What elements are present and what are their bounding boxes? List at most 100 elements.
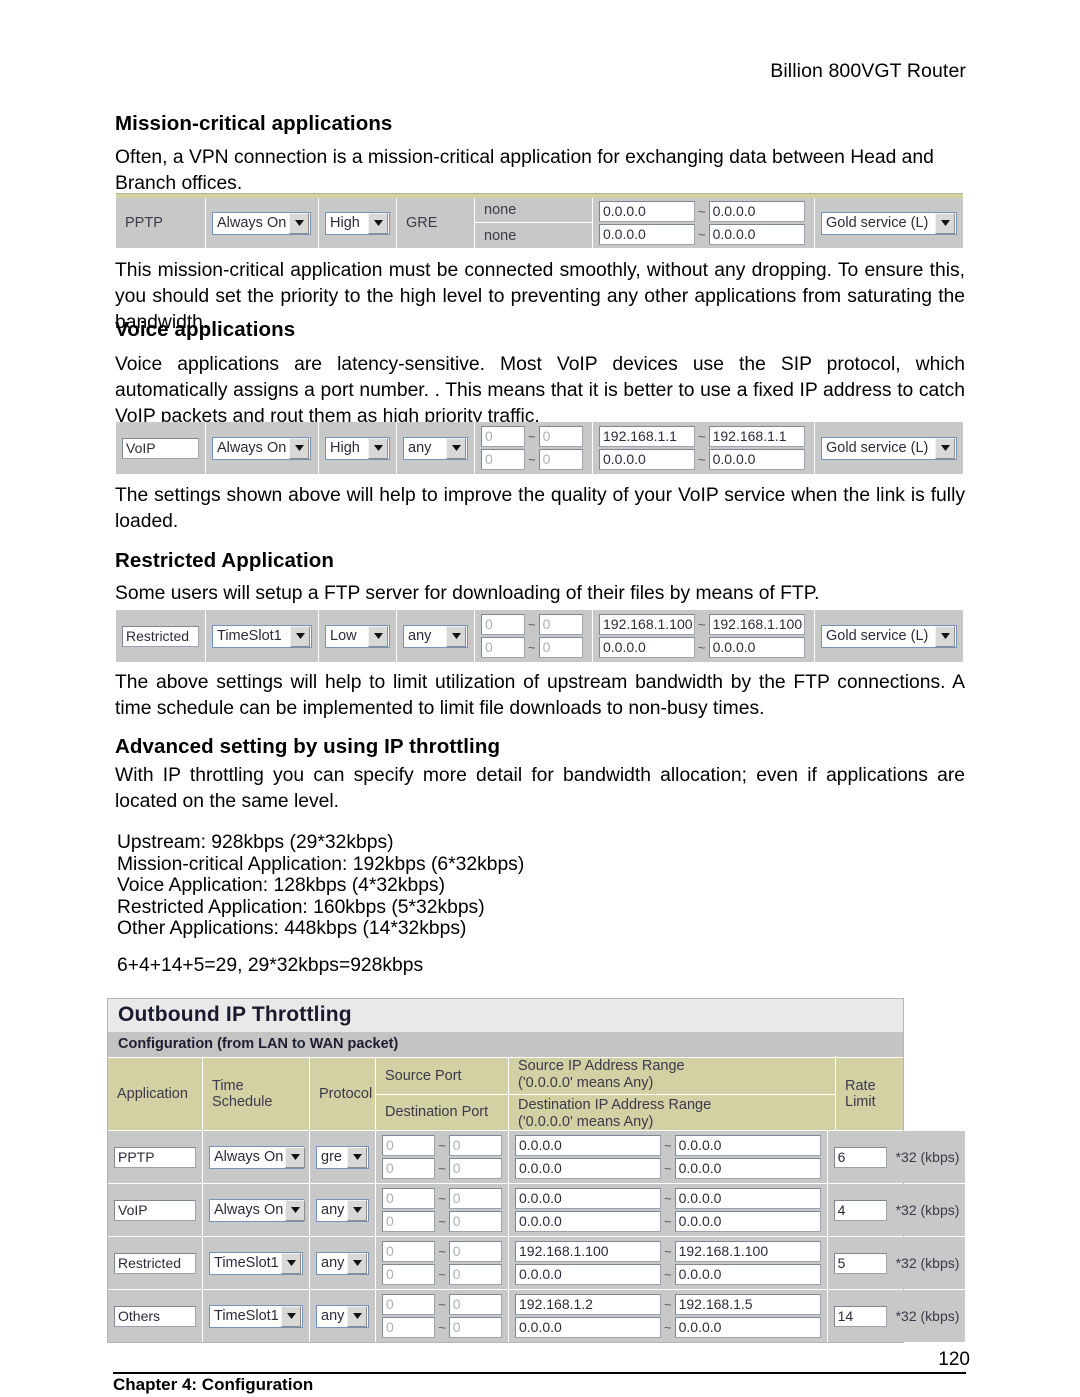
chevron-down-icon[interactable] (281, 1252, 301, 1274)
application-input[interactable]: VoIP (114, 1199, 196, 1221)
dest-ip-from-input[interactable]: 0.0.0.0 (599, 224, 695, 245)
protocol-select[interactable]: any (316, 1251, 369, 1275)
time-schedule-select[interactable]: Always On (209, 1198, 306, 1222)
chevron-down-icon[interactable] (290, 625, 310, 647)
chevron-down-icon[interactable] (347, 1146, 367, 1168)
source-port-to-input[interactable]: 0 (538, 614, 583, 635)
rate-limit-input[interactable]: 6 (833, 1146, 887, 1168)
application-input[interactable]: VoIP (122, 437, 199, 459)
protocol-select[interactable]: any (316, 1198, 369, 1222)
protocol-select[interactable]: any (403, 436, 468, 460)
rate-limit-input[interactable]: 14 (833, 1305, 887, 1327)
source-ip-from-input[interactable]: 192.168.1.100 (599, 614, 695, 635)
dest-port-from-input[interactable]: 0 (382, 1264, 436, 1285)
source-ip-from-input[interactable]: 192.168.1.1 (599, 426, 695, 447)
dest-ip-to-input[interactable]: 0.0.0.0 (708, 224, 805, 245)
source-ip-from-input[interactable]: 0.0.0.0 (515, 1188, 661, 1209)
source-port-from-input[interactable]: 0 (382, 1135, 436, 1156)
source-ip-to-input[interactable]: 0.0.0.0 (674, 1188, 821, 1209)
chevron-down-icon[interactable] (935, 625, 955, 647)
source-port-from-input[interactable]: 0 (382, 1188, 436, 1209)
dest-ip-to-input[interactable]: 0.0.0.0 (674, 1317, 821, 1338)
chevron-down-icon[interactable] (285, 1146, 306, 1168)
dest-ip-to-input[interactable]: 0.0.0.0 (708, 449, 805, 470)
chevron-down-icon[interactable] (347, 1199, 367, 1221)
time-schedule-select[interactable]: Always On (212, 436, 311, 460)
priority-select[interactable]: High (325, 436, 390, 460)
time-schedule-select[interactable]: Always On (212, 211, 311, 235)
chevron-down-icon[interactable] (446, 625, 466, 647)
dest-ip-from-input[interactable]: 0.0.0.0 (515, 1211, 661, 1232)
dest-ip-from-input[interactable]: 0.0.0.0 (599, 449, 695, 470)
dest-ip-from-input[interactable]: 0.0.0.0 (599, 637, 695, 658)
dest-ip-from-input[interactable]: 0.0.0.0 (515, 1317, 661, 1338)
source-port-to-input[interactable]: 0 (448, 1135, 502, 1156)
source-port-to-input[interactable]: 0 (448, 1188, 502, 1209)
source-ip-to-input[interactable]: 0.0.0.0 (708, 201, 805, 222)
chevron-down-icon[interactable] (285, 1199, 306, 1221)
application-input[interactable]: Others (114, 1305, 196, 1327)
time-schedule-select[interactable]: TimeSlot1 (209, 1304, 303, 1328)
rate-select[interactable]: Gold service (L) (821, 624, 957, 648)
source-ip-from-input[interactable]: 192.168.1.100 (515, 1241, 661, 1262)
chevron-down-icon[interactable] (935, 212, 955, 234)
time-schedule-select[interactable]: TimeSlot1 (212, 624, 312, 648)
dest-port-from-input[interactable]: 0 (481, 449, 525, 470)
rate-limit-input[interactable]: 5 (833, 1252, 887, 1274)
dest-port-to-input[interactable]: 0 (448, 1317, 502, 1338)
source-ip-to-input[interactable]: 192.168.1.100 (708, 614, 805, 635)
priority-select[interactable]: Low (325, 624, 390, 648)
dest-ip-to-input[interactable]: 0.0.0.0 (674, 1264, 821, 1285)
application-input[interactable]: Restricted (114, 1252, 196, 1274)
dest-ip-from-input[interactable]: 0.0.0.0 (515, 1264, 661, 1285)
source-ip-to-input[interactable]: 192.168.1.100 (674, 1241, 821, 1262)
rate-select[interactable]: Gold service (L) (821, 436, 957, 460)
source-port-from-input[interactable]: 0 (382, 1241, 436, 1262)
source-port-to-input[interactable]: 0 (538, 426, 583, 447)
source-ip-to-input[interactable]: 0.0.0.0 (674, 1135, 821, 1156)
dest-ip-from-input[interactable]: 0.0.0.0 (515, 1158, 661, 1179)
source-ip-from-input[interactable]: 192.168.1.2 (515, 1294, 661, 1315)
chevron-down-icon[interactable] (935, 437, 955, 459)
source-ip-from-input[interactable]: 0.0.0.0 (599, 201, 695, 222)
source-port-to-input[interactable]: 0 (448, 1241, 502, 1262)
chevron-down-icon[interactable] (281, 1305, 301, 1327)
priority-select[interactable]: High (325, 211, 390, 235)
dest-port-to-input[interactable]: 0 (448, 1264, 502, 1285)
protocol-select[interactable]: any (316, 1304, 369, 1328)
source-port-from-input[interactable]: 0 (382, 1294, 436, 1315)
dest-port-from-input[interactable]: 0 (481, 637, 525, 658)
time-schedule-select[interactable]: Always On (209, 1145, 306, 1169)
chevron-down-icon[interactable] (289, 437, 309, 459)
rate-select[interactable]: Gold service (L) (821, 211, 957, 235)
time-schedule-select[interactable]: TimeSlot1 (209, 1251, 303, 1275)
dest-port-from-input[interactable]: 0 (382, 1211, 436, 1232)
application-input[interactable]: Restricted (122, 625, 199, 647)
source-port-to-input[interactable]: 0 (448, 1294, 502, 1315)
source-ip-to-input[interactable]: 192.168.1.1 (708, 426, 805, 447)
protocol-select[interactable]: gre (316, 1145, 369, 1169)
chevron-down-icon[interactable] (347, 1305, 367, 1327)
source-ip-to-input[interactable]: 192.168.1.5 (674, 1294, 821, 1315)
dest-ip-to-input[interactable]: 0.0.0.0 (674, 1211, 821, 1232)
protocol-select[interactable]: any (403, 624, 468, 648)
rate-limit-input[interactable]: 4 (833, 1199, 887, 1221)
chevron-down-icon[interactable] (289, 212, 309, 234)
dest-port-from-input[interactable]: 0 (382, 1158, 436, 1179)
chevron-down-icon[interactable] (347, 1252, 367, 1274)
chevron-down-icon[interactable] (368, 625, 388, 647)
application-input[interactable]: PPTP (114, 1146, 196, 1168)
source-port-from-input[interactable]: 0 (481, 614, 525, 635)
dest-port-to-input[interactable]: 0 (448, 1158, 502, 1179)
dest-ip-to-input[interactable]: 0.0.0.0 (674, 1158, 821, 1179)
dest-port-from-input[interactable]: 0 (382, 1317, 436, 1338)
dest-port-to-input[interactable]: 0 (448, 1211, 502, 1232)
chevron-down-icon[interactable] (446, 437, 466, 459)
chevron-down-icon[interactable] (368, 437, 388, 459)
dest-port-to-input[interactable]: 0 (538, 637, 583, 658)
chevron-down-icon[interactable] (368, 212, 388, 234)
source-ip-from-input[interactable]: 0.0.0.0 (515, 1135, 661, 1156)
dest-ip-to-input[interactable]: 0.0.0.0 (708, 637, 805, 658)
source-port-from-input[interactable]: 0 (481, 426, 525, 447)
dest-port-to-input[interactable]: 0 (538, 449, 583, 470)
